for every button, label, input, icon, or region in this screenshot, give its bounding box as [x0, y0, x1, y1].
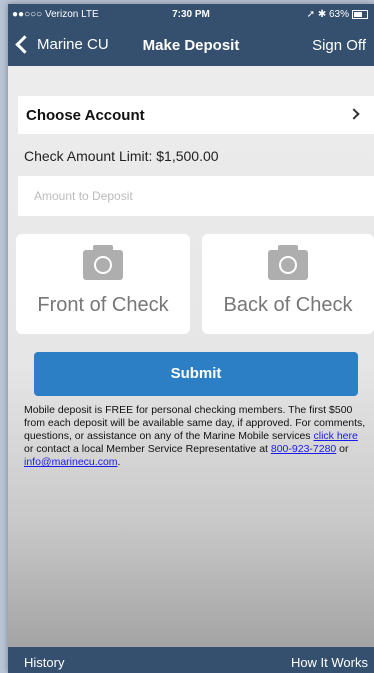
amount-input[interactable] [18, 176, 374, 216]
back-of-check-label: Back of Check [223, 294, 353, 316]
camera-icon [83, 245, 123, 280]
click-here-link[interactable]: click here [313, 430, 357, 442]
chevron-right-icon [348, 108, 360, 120]
back-of-check-button[interactable]: Back of Check [202, 234, 374, 334]
choose-account-label: Choose Account [26, 107, 145, 124]
front-of-check-label: Front of Check [37, 294, 169, 316]
front-of-check-button[interactable]: Front of Check [16, 234, 190, 334]
status-right-text: ➚ ✱ 63% [306, 9, 349, 20]
info-text-4: . [117, 456, 121, 468]
battery-icon [352, 10, 368, 19]
camera-icon [268, 245, 308, 280]
choose-account-row[interactable]: Choose Account [18, 96, 374, 134]
status-indicators: ➚ ✱ 63% [307, 9, 368, 20]
info-text-2: or contact a local Member Service Repres… [24, 443, 271, 455]
phone-screen: ●●○○○ Verizon LTE 7:30 PM ➚ ✱ 63% Marine… [8, 4, 374, 673]
check-amount-limit: Check Amount Limit: $1,500.00 [24, 148, 219, 164]
email-link[interactable]: info@marinecu.com [24, 456, 118, 468]
bottom-tab-bar: History How It Works [8, 647, 374, 673]
info-text-3: or [336, 443, 349, 455]
phone-link[interactable]: 800-923-7280 [271, 443, 336, 455]
status-bar: ●●○○○ Verizon LTE 7:30 PM ➚ ✱ 63% [8, 4, 374, 26]
tab-history[interactable]: History [24, 655, 64, 670]
tab-how-it-works[interactable]: How It Works [291, 655, 368, 670]
info-text: Mobile deposit is FREE for personal chec… [24, 404, 370, 469]
submit-button[interactable]: Submit [34, 352, 358, 396]
sign-off-button[interactable]: Sign Off [312, 37, 366, 54]
nav-bar: Marine CU Make Deposit Sign Off [8, 26, 374, 66]
